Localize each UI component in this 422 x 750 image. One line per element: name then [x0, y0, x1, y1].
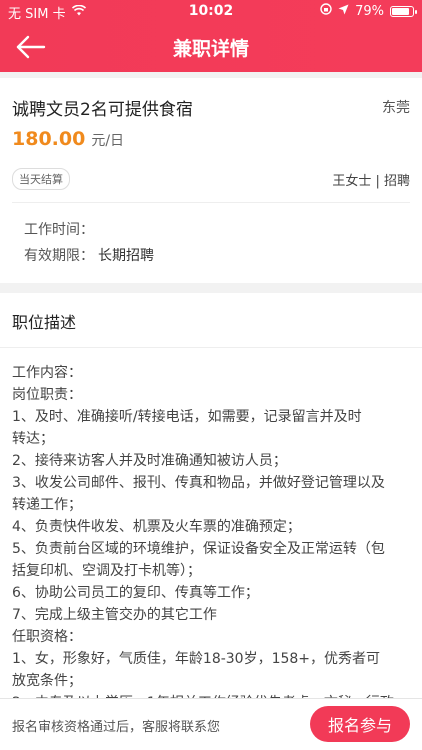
divider	[0, 347, 422, 348]
description-line: 7、完成上级主管交办的其它工作	[12, 607, 217, 623]
section-gap	[0, 283, 422, 293]
footer-bar: 报名审核资格通过后，客服将联系您 报名参与	[0, 698, 422, 750]
settlement-tag: 当天结算	[12, 168, 70, 190]
battery-fill	[392, 7, 410, 15]
header: 无 SIM 卡 10:02 79% 兼职详情	[0, 0, 422, 72]
description-line: 6、协助公司员工的复印、传真等工作；	[12, 585, 259, 601]
job-summary-card: 诚聘文员2名可提供食宿 东莞 180.00 元/日 当天结算 王女士 | 招聘 …	[0, 78, 422, 283]
description-line: 1、及时、准确接听/转接电话，如需要，记录留言并及时	[12, 409, 362, 425]
work-time-row: 工作时间：	[24, 217, 398, 243]
description-line: 3、收发公司邮件、报刊、传真和物品，并做好登记管理以及	[12, 475, 385, 491]
description-line: 岗位职责：	[12, 387, 82, 403]
salary-row: 180.00 元/日	[12, 128, 410, 156]
description-line: 任职资格：	[12, 629, 82, 645]
salary-value: 180.00	[12, 128, 86, 150]
description-line: 5、负责前台区域的环境维护，保证设备安全及正常运转（包	[12, 541, 385, 557]
nav-bar: 兼职详情	[0, 22, 422, 72]
description-line: 转递工作；	[12, 497, 82, 513]
work-time-label: 工作时间：	[24, 222, 94, 238]
description-line: 2、接待来访客人并及时准确通知被访人员；	[12, 453, 287, 469]
footer-note: 报名审核资格通过后，客服将联系您	[12, 720, 221, 735]
battery-icon	[390, 5, 417, 17]
description-title: 职位描述	[12, 313, 77, 332]
scroll-content[interactable]: 诚聘文员2名可提供食宿 东莞 180.00 元/日 当天结算 王女士 | 招聘 …	[0, 72, 422, 698]
job-info-block: 工作时间： 有效期限： 长期招聘	[12, 203, 410, 283]
validity-row: 有效期限： 长期招聘	[24, 243, 398, 269]
validity-value: 长期招聘	[98, 248, 154, 264]
tag-row: 当天结算 王女士 | 招聘	[12, 166, 410, 192]
description-line: 4、负责快件收发、机票及火车票的准确预定；	[12, 519, 301, 535]
page-title: 兼职详情	[172, 38, 249, 60]
description-card: 职位描述 工作内容： 岗位职责： 1、及时、准确接听/转接电话，如需要，记录留言并及…	[0, 293, 422, 698]
description-line: 转达；	[12, 431, 54, 447]
description-line: 1、女，形象好，气质佳，年龄18-30岁，158+，优秀者可	[12, 651, 381, 667]
orientation-lock-icon	[320, 3, 332, 19]
contact-info: 王女士 | 招聘	[332, 173, 410, 189]
salary-unit: 元/日	[91, 133, 125, 149]
status-right: 79%	[320, 3, 417, 19]
status-bar: 无 SIM 卡 10:02 79%	[0, 0, 422, 22]
apply-button[interactable]: 报名参与	[310, 706, 410, 742]
description-line: 放宽条件；	[12, 673, 82, 689]
description-line: 工作内容：	[12, 365, 82, 381]
description-body: 工作内容： 岗位职责： 1、及时、准确接听/转接电话，如需要，记录留言并及时 转达； 2…	[12, 362, 410, 698]
battery-percent: 79%	[355, 3, 384, 19]
job-title: 诚聘文员2名可提供食宿	[12, 99, 193, 120]
job-title-row: 诚聘文员2名可提供食宿 东莞	[12, 92, 410, 122]
job-city: 东莞	[382, 100, 410, 116]
description-line: 括复印机、空调及打卡机等）；	[12, 563, 201, 579]
validity-label: 有效期限：	[24, 248, 94, 264]
location-icon	[338, 4, 349, 19]
